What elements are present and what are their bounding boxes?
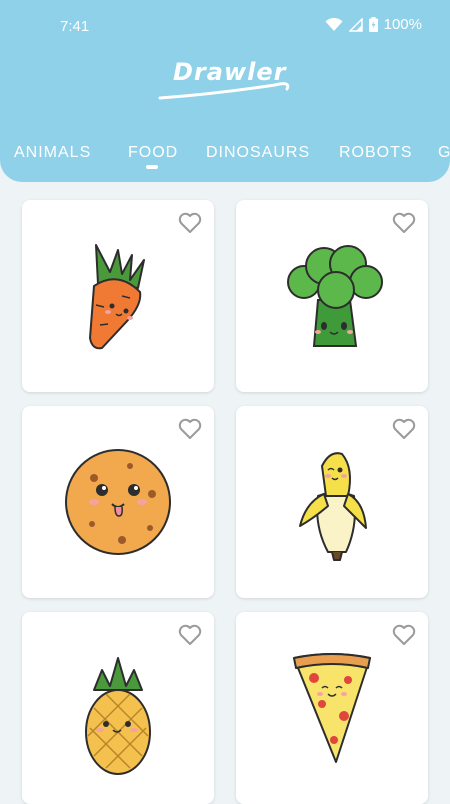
card-cookie[interactable] (22, 406, 214, 598)
app-header: 7:41 100% Drawler ANIMALS FOOD DINOSAURS (0, 0, 450, 182)
heart-outline-icon[interactable] (178, 212, 202, 234)
card-pizza[interactable] (236, 612, 428, 804)
status-icons: 100% (325, 16, 422, 33)
card-banana[interactable] (236, 406, 428, 598)
heart-outline-icon[interactable] (392, 418, 416, 440)
logo-swoosh (158, 82, 290, 100)
tab-food[interactable]: FOOD (128, 144, 178, 162)
heart-outline-icon[interactable] (392, 624, 416, 646)
tab-animals[interactable]: ANIMALS (14, 144, 91, 162)
tab-active-indicator (146, 165, 158, 169)
card-broccoli[interactable] (236, 200, 428, 392)
tab-more[interactable]: G (438, 144, 450, 162)
app-logo: Drawler (155, 58, 300, 108)
card-carrot[interactable] (22, 200, 214, 392)
category-tabs: ANIMALS FOOD DINOSAURS ROBOTS G (0, 140, 450, 180)
battery-percent: 100% (383, 16, 422, 33)
heart-outline-icon[interactable] (392, 212, 416, 234)
status-bar: 7:41 100% (0, 0, 450, 56)
status-time: 7:41 (60, 18, 90, 35)
heart-outline-icon[interactable] (178, 624, 202, 646)
heart-outline-icon[interactable] (178, 418, 202, 440)
battery-icon (368, 17, 378, 32)
signal-icon (348, 17, 363, 32)
wifi-icon (325, 17, 343, 31)
tab-dinosaurs[interactable]: DINOSAURS (206, 144, 310, 162)
tab-robots[interactable]: ROBOTS (339, 144, 413, 162)
card-pineapple[interactable] (22, 612, 214, 804)
